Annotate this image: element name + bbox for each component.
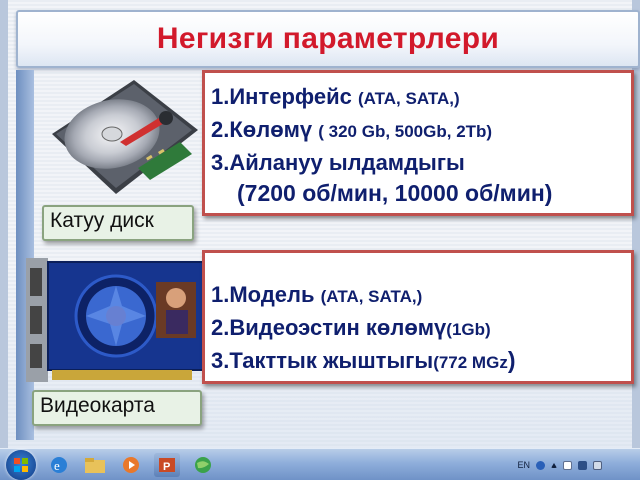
hdd-param-rotation: 3.Айлануу ылдамдыгы [211,147,625,178]
param-label: 1.Интерфейс [211,84,358,109]
hdd-label: Катуу диск [42,205,194,241]
param-detail: (1Gb) [446,320,491,339]
hdd-param-interface: 1.Интерфейс (ATA, SATA,) [211,81,625,114]
volume-icon[interactable] [593,460,602,470]
help-icon[interactable] [536,460,545,470]
folder-icon[interactable] [82,453,108,477]
param-detail-close: ) [507,347,516,373]
param-detail: (772 MGz [433,353,508,372]
taskbar: e P EN [0,448,640,480]
gpu-parameters-box: 1.Модель (ATA, SATA,) 2.Видеоэстин көлөм… [202,250,634,384]
param-detail: ( 320 Gb, 500Gb, 2Tb) [318,122,493,141]
hdd-param-rotation-values: (7200 об/мин, 10000 об/мин) [237,180,553,206]
gpu-label: Видеокарта [32,390,202,426]
ie-icon[interactable]: e [46,453,72,477]
gpu-param-clock: 3.Такттык жыштыгы(772 MGz) [211,345,625,378]
arrow-up-icon[interactable] [551,462,557,468]
gpu-param-memory: 2.Видеоэстин көлөмү(1Gb) [211,312,625,345]
language-indicator[interactable]: EN [517,460,530,470]
globe-icon[interactable] [190,453,216,477]
media-player-icon[interactable] [118,453,144,477]
slide-title-bar: Негизги параметрлери [16,10,640,68]
gpu-param-model: 1.Модель (ATA, SATA,) [211,279,625,312]
powerpoint-icon[interactable]: P [154,452,180,477]
hdd-parameters-box: 1.Интерфейс (ATA, SATA,) 2.Көлөмү ( 320 … [202,70,634,216]
svg-text:P: P [163,461,170,473]
slide: Негизги параметрлери Катуу диск Видеокар… [0,0,640,448]
param-label: 3.Айлануу ылдамдыгы [211,150,465,175]
hdd-param-capacity: 2.Көлөмү ( 320 Gb, 500Gb, 2Tb) [211,114,625,147]
param-label: 2.Видеоэстин көлөмү [211,315,447,340]
system-tray: EN [517,453,634,477]
clock[interactable] [608,456,634,474]
param-detail: (ATA, SATA,) [357,89,460,108]
param-label: 1.Модель [211,282,321,307]
flag-icon[interactable] [563,460,572,470]
network-icon[interactable] [578,460,587,470]
svg-text:e: e [54,458,60,473]
param-detail: (ATA, SATA,) [320,287,423,306]
slide-title: Негизги параметрлери [156,22,500,55]
windows-start-icon[interactable] [6,449,36,480]
video-card-image [26,258,205,382]
param-label: 2.Көлөмү [211,117,319,142]
hard-disk-image [52,80,198,194]
param-label: 3.Такттык жыштыгы [211,348,434,373]
